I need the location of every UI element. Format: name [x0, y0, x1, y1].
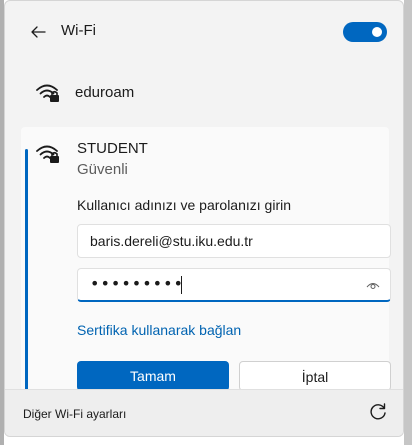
- password-value: •••••••••: [90, 274, 184, 293]
- arrow-left-icon[interactable]: [29, 23, 47, 41]
- page-title: Wi-Fi: [61, 22, 96, 39]
- username-input[interactable]: baris.dereli@stu.iku.edu.tr: [77, 224, 391, 258]
- network-item-eduroam[interactable]: eduroam: [21, 69, 387, 117]
- password-input[interactable]: •••••••••: [77, 268, 391, 302]
- network-item-student: STUDENT Güvenli Kullanıcı adınızı ve par…: [21, 127, 391, 391]
- credentials-prompt: Kullanıcı adınızı ve parolanızı girin: [77, 197, 292, 213]
- selection-indicator: [25, 149, 28, 391]
- username-value: baris.dereli@stu.iku.edu.tr: [90, 233, 253, 249]
- flyout-header: Wi-Fi: [5, 9, 403, 55]
- security-status: Güvenli: [77, 161, 128, 178]
- refresh-icon[interactable]: [368, 402, 388, 422]
- flyout-footer: Diğer Wi-Fi ayarları: [5, 389, 403, 436]
- background-right: [404, 0, 412, 445]
- wifi-secured-icon: [36, 84, 59, 102]
- network-name: STUDENT: [77, 140, 148, 157]
- ok-button[interactable]: Tamam: [77, 361, 229, 391]
- wifi-toggle[interactable]: [343, 22, 387, 42]
- wifi-secured-icon: [36, 145, 59, 163]
- cancel-button[interactable]: İptal: [239, 361, 391, 391]
- more-wifi-settings-link[interactable]: Diğer Wi-Fi ayarları: [23, 407, 126, 421]
- connect-with-certificate-link[interactable]: Sertifika kullanarak bağlan: [77, 322, 241, 338]
- toggle-knob: [372, 27, 382, 37]
- text-caret: [181, 276, 182, 294]
- network-name: eduroam: [75, 84, 135, 101]
- wifi-flyout: Wi-Fi eduroam STUDENT Güvenli Kullanıcı …: [4, 0, 404, 437]
- eye-icon[interactable]: [366, 280, 380, 290]
